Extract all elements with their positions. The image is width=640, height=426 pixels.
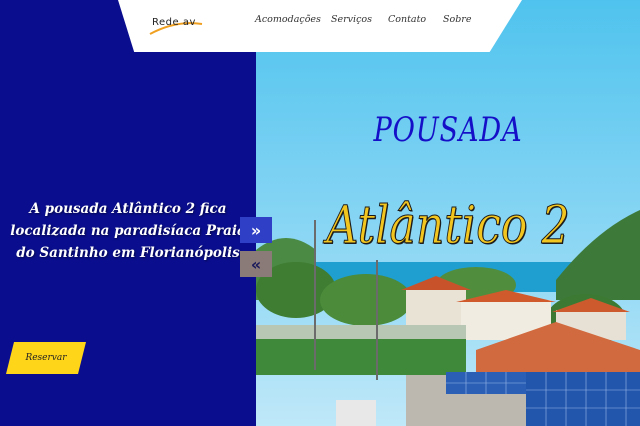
- logo-text: Rede av: [152, 17, 196, 28]
- hero-title: POUSADA: [373, 110, 523, 150]
- nav-link-sobre[interactable]: Sobre: [443, 14, 471, 25]
- intro-text: A pousada Atlântico 2 fica localizada na…: [10, 201, 246, 261]
- nav-link-contato[interactable]: Contato: [388, 14, 426, 25]
- brand-logo[interactable]: Rede av: [146, 14, 206, 38]
- nav-link-servicos[interactable]: Serviços: [331, 14, 372, 25]
- reserve-button[interactable]: Reservar: [6, 342, 86, 374]
- slider-next-button[interactable]: »: [240, 217, 272, 243]
- nav-link-acomodacoes[interactable]: Acomodações: [255, 14, 321, 25]
- slider-prev-button[interactable]: «: [240, 251, 272, 277]
- double-chevron-left-icon: «: [250, 254, 262, 274]
- double-chevron-right-icon: »: [250, 220, 262, 240]
- hero-subtitle: Atlântico 2: [326, 196, 570, 257]
